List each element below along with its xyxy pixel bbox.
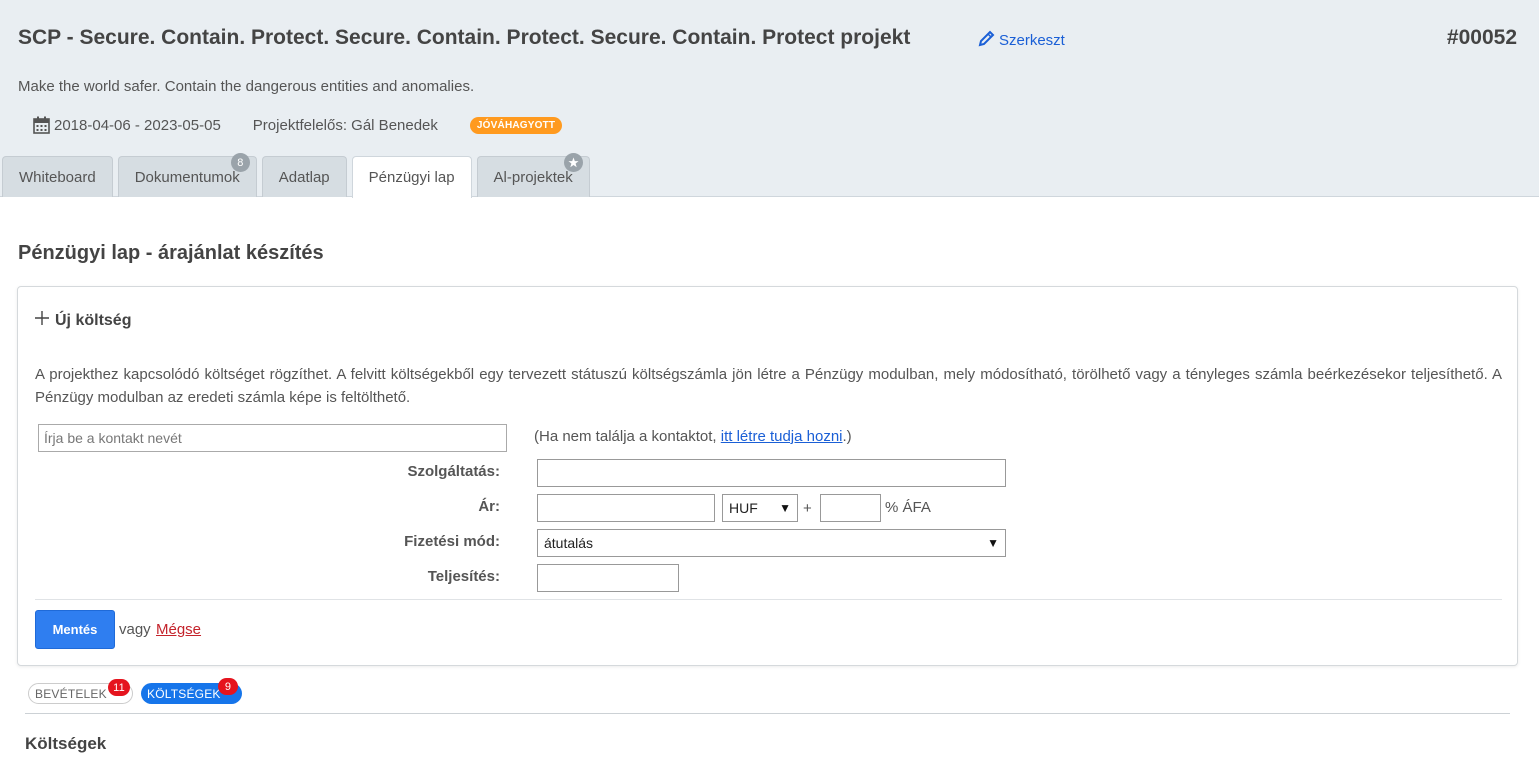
price-input[interactable]	[537, 494, 715, 522]
tab-label: Whiteboard	[19, 168, 96, 186]
tab-penzugyi-lap[interactable]: Pénzügyi lap	[351, 156, 472, 198]
payment-method-select[interactable]: átutalás ▼	[537, 529, 1006, 557]
payment-method-value: átutalás	[544, 535, 594, 551]
contact-name-input[interactable]	[38, 424, 507, 452]
currency-select[interactable]: HUF ▼	[722, 494, 798, 522]
dropdown-arrow-icon: ▼	[987, 536, 999, 550]
dropdown-arrow-icon: ▼	[779, 501, 791, 515]
star-icon	[563, 153, 583, 172]
tab-dokumentumok[interactable]: Dokumentumok 8	[117, 153, 257, 197]
service-label: Szolgáltatás:	[407, 463, 500, 480]
new-cost-heading-label: Új költség	[55, 311, 132, 329]
form-divider	[35, 599, 1502, 600]
project-description: Make the world safer. Contain the danger…	[18, 78, 475, 95]
project-date-range: 2018-04-06 - 2023-05-05	[54, 116, 221, 134]
page-title: Pénzügyi lap - árajánlat készítés	[18, 242, 324, 264]
tab-label: Al-projektek	[493, 168, 573, 186]
plus-icon	[35, 311, 49, 330]
contact-hint-prefix: (Ha nem találja a kontaktot,	[534, 428, 721, 445]
new-cost-description: A projekthez kapcsolódó költséget rögzít…	[35, 366, 1502, 406]
tab-label: Pénzügyi lap	[368, 169, 455, 186]
tab-label: Adatlap	[278, 168, 330, 186]
cancel-link[interactable]: Mégse	[156, 621, 201, 638]
cost-count-badge: 9	[218, 678, 238, 695]
project-title: SCP - Secure. Contain. Protect. Secure. …	[18, 26, 911, 49]
status-badge: JÓVÁHAGYOTT	[469, 116, 563, 134]
costs-section-title: Költségek	[25, 734, 107, 753]
project-meta: 2018-04-06 - 2023-05-05 Projektfelelős: …	[33, 116, 563, 134]
tab-label: Dokumentumok	[134, 168, 240, 186]
tab-whiteboard[interactable]: Whiteboard	[2, 156, 113, 197]
vat-suffix: % ÁFA	[885, 499, 931, 516]
save-button[interactable]: Mentés	[35, 610, 115, 649]
completion-label: Teljesítés:	[427, 568, 500, 585]
payment-method-label: Fizetési mód:	[404, 533, 500, 550]
section-divider	[25, 713, 1510, 714]
income-filter-pill[interactable]: BEVÉTELEK 11	[28, 679, 133, 704]
cost-filter-pill[interactable]: KÖLTSÉGEK 9	[141, 678, 242, 704]
contact-hint-suffix: .)	[842, 428, 852, 445]
new-cost-heading[interactable]: Új költség	[35, 311, 131, 330]
price-label: Ár:	[478, 498, 500, 515]
income-filter-label: BEVÉTELEK	[35, 686, 107, 701]
calendar-icon	[33, 116, 50, 134]
contact-hint: (Ha nem találja a kontaktot, itt létre t…	[534, 428, 852, 445]
cost-filter-label: KÖLTSÉGEK	[147, 686, 221, 701]
project-owner: Projektfelelős: Gál Benedek	[252, 116, 438, 134]
currency-value: HUF	[729, 500, 758, 516]
completion-date-input[interactable]	[537, 564, 679, 592]
document-count-badge: 8	[230, 153, 250, 172]
project-header: SCP - Secure. Contain. Protect. Secure. …	[0, 0, 1539, 198]
project-tabs: Whiteboard Dokumentumok 8 Adatlap Pénzüg…	[2, 153, 590, 198]
edit-project-link[interactable]: Szerkeszt	[978, 30, 1065, 51]
tab-al-projektek[interactable]: Al-projektek	[476, 153, 590, 197]
plus-sign: +	[803, 500, 812, 517]
or-text: vagy	[119, 621, 151, 638]
new-cost-card: Új költség A projekthez kapcsolódó költs…	[17, 286, 1518, 666]
pencil-icon	[978, 30, 995, 51]
service-input[interactable]	[537, 459, 1006, 487]
vat-input[interactable]	[820, 494, 881, 522]
edit-label: Szerkeszt	[999, 32, 1065, 49]
tab-adatlap[interactable]: Adatlap	[261, 156, 347, 197]
income-count-badge: 11	[108, 679, 130, 696]
create-contact-link[interactable]: itt létre tudja hozni	[721, 428, 843, 445]
project-id: #00052	[1446, 26, 1517, 49]
